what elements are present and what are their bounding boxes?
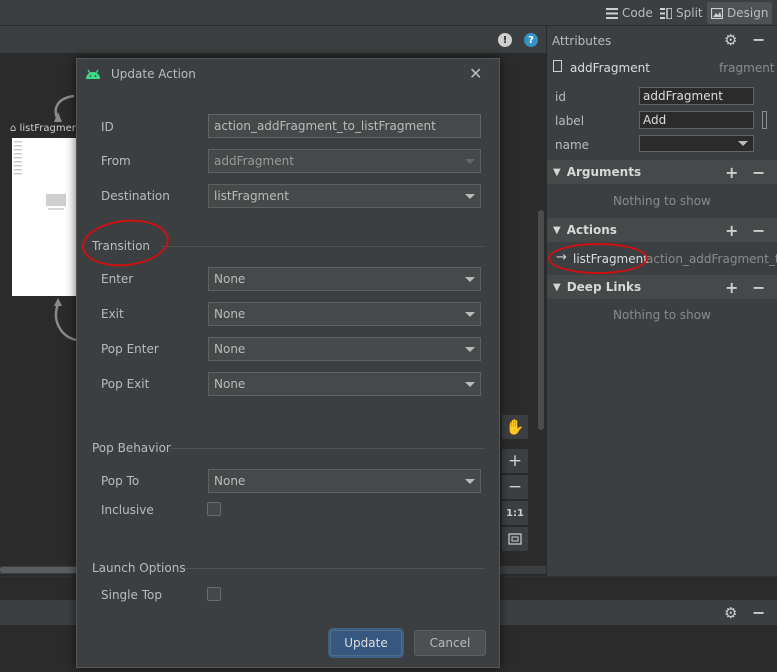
id-attribute-input[interactable]: addFragment bbox=[639, 87, 754, 105]
attributes-panel bbox=[546, 26, 777, 576]
design-view-icon bbox=[711, 7, 723, 19]
chevron-down-icon bbox=[465, 382, 475, 387]
arguments-section-header[interactable]: ▼ Arguments + − bbox=[547, 160, 777, 184]
chevron-down-icon bbox=[465, 277, 475, 282]
pop-to-select[interactable]: None bbox=[208, 469, 481, 493]
chevron-down-icon bbox=[738, 141, 748, 146]
help-icon[interactable]: ? bbox=[524, 33, 538, 47]
design-view-label: Design bbox=[727, 6, 769, 20]
single-top-checkbox[interactable] bbox=[207, 587, 221, 601]
fragment-file-icon bbox=[553, 60, 562, 72]
canvas-toolbar: ! ? bbox=[0, 26, 546, 54]
remove-argument-icon[interactable]: − bbox=[752, 163, 765, 182]
add-argument-icon[interactable]: + bbox=[725, 163, 738, 182]
plus-icon: + bbox=[507, 451, 523, 471]
fragment-name: addFragment bbox=[570, 61, 650, 75]
chevron-down-icon bbox=[465, 347, 475, 352]
chevron-down-icon bbox=[465, 312, 475, 317]
inclusive-checkbox[interactable] bbox=[207, 502, 221, 516]
collapse-panel-icon[interactable]: − bbox=[752, 30, 765, 49]
chevron-down-icon bbox=[465, 194, 475, 199]
remove-deep-link-icon[interactable]: − bbox=[752, 278, 765, 297]
annotation-circle-action bbox=[548, 243, 648, 274]
code-view-label: Code bbox=[622, 6, 653, 20]
fit-screen-button[interactable] bbox=[502, 527, 528, 551]
update-button[interactable]: Update bbox=[330, 630, 402, 656]
action-id-label: action_addFragment_to bbox=[646, 252, 777, 266]
enter-select[interactable]: None bbox=[208, 267, 481, 291]
divider bbox=[161, 246, 485, 247]
label-attribute-label: label bbox=[555, 114, 585, 128]
deep-links-section-header[interactable]: ▼ Deep Links + − bbox=[547, 275, 777, 299]
id-label: ID bbox=[101, 120, 114, 134]
pop-enter-select[interactable]: None bbox=[208, 337, 481, 361]
arguments-empty-text: Nothing to show bbox=[613, 194, 711, 208]
zoom-in-button[interactable]: + bbox=[502, 449, 528, 473]
zoom-reset-button[interactable]: 1:1 bbox=[502, 501, 528, 525]
remove-action-icon[interactable]: − bbox=[752, 221, 765, 240]
vertical-scroll-thumb[interactable] bbox=[538, 210, 544, 430]
hand-icon: ✋ bbox=[505, 418, 525, 436]
cancel-button[interactable]: Cancel bbox=[414, 630, 486, 656]
add-deep-link-icon[interactable]: + bbox=[725, 278, 738, 297]
split-view-label: Split bbox=[676, 6, 703, 20]
from-label: From bbox=[101, 154, 131, 168]
pan-tool-button[interactable]: ✋ bbox=[502, 415, 528, 439]
pop-enter-label: Pop Enter bbox=[101, 342, 159, 356]
name-attribute-label: name bbox=[555, 138, 590, 152]
add-action-icon[interactable]: + bbox=[725, 221, 738, 240]
gear-icon[interactable]: ⚙ bbox=[724, 31, 737, 49]
attributes-title: Attributes bbox=[552, 34, 612, 48]
warning-icon[interactable]: ! bbox=[498, 33, 512, 47]
gear-icon[interactable]: ⚙ bbox=[724, 604, 737, 622]
zoom-out-button[interactable]: − bbox=[502, 475, 528, 499]
hide-tool-window-icon[interactable]: − bbox=[752, 603, 765, 622]
deep-links-empty-text: Nothing to show bbox=[613, 308, 711, 322]
chevron-down-icon bbox=[465, 479, 475, 484]
exit-label: Exit bbox=[101, 307, 124, 321]
name-attribute-select[interactable] bbox=[639, 135, 754, 152]
split-view-button[interactable]: Split bbox=[656, 2, 707, 24]
update-action-dialog: Update Action ✕ ID action_addFragment_to… bbox=[76, 58, 500, 668]
close-icon[interactable]: ✕ bbox=[469, 64, 482, 83]
minus-icon: − bbox=[507, 477, 523, 497]
pop-exit-select[interactable]: None bbox=[208, 372, 481, 396]
split-view-icon bbox=[660, 7, 672, 19]
fragment-node-label: ⌂ listFragment bbox=[10, 123, 82, 134]
label-attribute-input[interactable]: Add bbox=[639, 111, 754, 129]
design-view-button[interactable]: Design bbox=[707, 2, 773, 24]
fit-screen-icon bbox=[508, 533, 522, 545]
resource-picker-icon[interactable] bbox=[762, 111, 767, 129]
inclusive-label: Inclusive bbox=[101, 503, 154, 517]
expand-arrow-icon: ▼ bbox=[553, 166, 561, 178]
enter-label: Enter bbox=[101, 272, 134, 286]
android-icon bbox=[86, 69, 100, 79]
actions-section-header[interactable]: ▼ Actions + − bbox=[547, 218, 777, 242]
id-attribute-label: id bbox=[555, 90, 566, 104]
code-view-button[interactable]: Code bbox=[602, 2, 657, 24]
divider bbox=[171, 448, 485, 449]
pop-behavior-group-title: Pop Behavior bbox=[92, 441, 171, 455]
pop-exit-label: Pop Exit bbox=[101, 377, 150, 391]
pop-to-label: Pop To bbox=[101, 474, 140, 488]
chevron-down-icon bbox=[465, 159, 475, 164]
exit-select[interactable]: None bbox=[208, 302, 481, 326]
expand-arrow-icon: ▼ bbox=[553, 224, 561, 236]
expand-arrow-icon: ▼ bbox=[553, 281, 561, 293]
home-icon: ⌂ bbox=[10, 123, 17, 134]
fragment-type: fragment bbox=[719, 61, 775, 75]
dialog-title-bar: Update Action ✕ bbox=[77, 59, 499, 89]
top-toolbar: Code Split Design bbox=[0, 0, 777, 26]
fragment-node-preview[interactable] bbox=[12, 138, 76, 296]
divider bbox=[185, 568, 485, 569]
single-top-label: Single Top bbox=[101, 588, 162, 602]
destination-label: Destination bbox=[101, 189, 170, 203]
destination-select[interactable]: listFragment bbox=[208, 184, 481, 208]
code-view-icon bbox=[606, 7, 618, 19]
fragment-preview-content bbox=[14, 141, 66, 210]
launch-options-group-title: Launch Options bbox=[92, 561, 186, 575]
dialog-title: Update Action bbox=[111, 67, 196, 81]
id-input[interactable]: action_addFragment_to_listFragment bbox=[208, 114, 481, 138]
from-select: addFragment bbox=[208, 149, 481, 173]
